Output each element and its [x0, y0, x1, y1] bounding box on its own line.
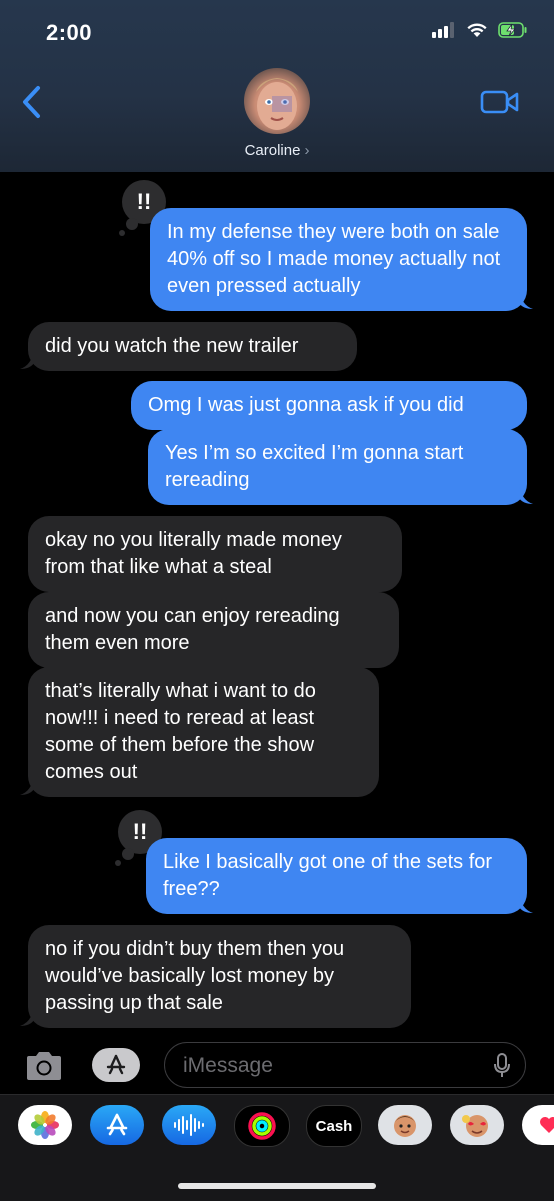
- bubble-tail: [20, 775, 34, 795]
- contact-name-label: Caroline: [244, 142, 301, 159]
- app-store-icon[interactable]: [90, 1105, 144, 1145]
- cellular-signal-icon: [432, 22, 454, 38]
- tapback-label: !!: [132, 819, 148, 844]
- message-bubble-sent[interactable]: In my defense they were both on sale 40%…: [150, 208, 527, 311]
- message-bubble-sent[interactable]: Yes I’m so excited I’m gonna start rerea…: [148, 429, 527, 505]
- message-bubble-sent[interactable]: Like I basically got one of the sets for…: [146, 838, 527, 914]
- message-text: did you watch the new trailer: [45, 335, 299, 357]
- message-text: that’s literally what i want to do now!!…: [45, 680, 316, 783]
- memoji-stickers-icon[interactable]: [378, 1105, 432, 1145]
- bubble-tail: [20, 349, 34, 369]
- message-bubble-received[interactable]: that’s literally what i want to do now!!…: [28, 667, 379, 797]
- bubble-tail: [519, 484, 533, 504]
- apple-cash-icon[interactable]: Cash: [306, 1105, 362, 1147]
- message-text: Omg I was just gonna ask if you did: [148, 394, 464, 416]
- battery-charging-icon: [498, 22, 527, 38]
- message-bubble-received[interactable]: did you watch the new trailer: [28, 322, 357, 371]
- contact-chevron-icon: ›: [304, 142, 310, 159]
- message-text: no if you didn’t buy them then you would…: [45, 938, 345, 1014]
- message-bubble-received[interactable]: no if you didn’t buy them then you would…: [28, 925, 411, 1028]
- message-text: and now you can enjoy rereading them eve…: [45, 605, 340, 654]
- message-bubble-received[interactable]: okay no you literally made money from th…: [28, 516, 402, 592]
- facetime-video-icon[interactable]: [480, 88, 520, 116]
- camera-icon[interactable]: [24, 1050, 64, 1082]
- message-bubble-received[interactable]: and now you can enjoy rereading them eve…: [28, 592, 399, 668]
- microphone-icon[interactable]: [493, 1053, 511, 1079]
- bubble-tail: [519, 289, 533, 309]
- app-store-drawer-button[interactable]: [92, 1048, 140, 1082]
- status-indicators: [432, 22, 528, 38]
- activity-icon[interactable]: [234, 1105, 290, 1147]
- status-time: 2:00: [46, 20, 93, 45]
- message-text: okay no you literally made money from th…: [45, 529, 342, 578]
- bubble-tail: [519, 893, 533, 913]
- message-input[interactable]: iMessage: [164, 1042, 526, 1088]
- message-bubble-sent[interactable]: Omg I was just gonna ask if you did: [131, 381, 527, 430]
- contact-name[interactable]: Caroline ›: [0, 142, 554, 159]
- photos-icon[interactable]: [18, 1105, 72, 1145]
- tapback-label: !!: [136, 189, 152, 214]
- home-indicator[interactable]: [178, 1183, 376, 1189]
- message-input-placeholder: iMessage: [183, 1054, 273, 1077]
- apple-cash-label: Cash: [315, 1117, 353, 1135]
- app-store-icon: [106, 1054, 126, 1075]
- compose-bar: iMessage: [0, 1034, 554, 1094]
- message-text: Yes I’m so excited I’m gonna start rerea…: [165, 442, 464, 491]
- conversation-header: 2:00 Caroline ›: [0, 0, 554, 172]
- digital-touch-icon[interactable]: [522, 1105, 554, 1145]
- message-text: Like I basically got one of the sets for…: [163, 851, 493, 900]
- animoji-icon[interactable]: [450, 1105, 504, 1145]
- message-text: In my defense they were both on sale 40%…: [167, 221, 501, 297]
- contact-avatar[interactable]: [244, 68, 310, 134]
- wifi-icon: [467, 23, 487, 37]
- audio-message-icon[interactable]: [162, 1105, 216, 1145]
- bubble-tail: [20, 1006, 34, 1026]
- back-chevron-icon[interactable]: [18, 84, 48, 120]
